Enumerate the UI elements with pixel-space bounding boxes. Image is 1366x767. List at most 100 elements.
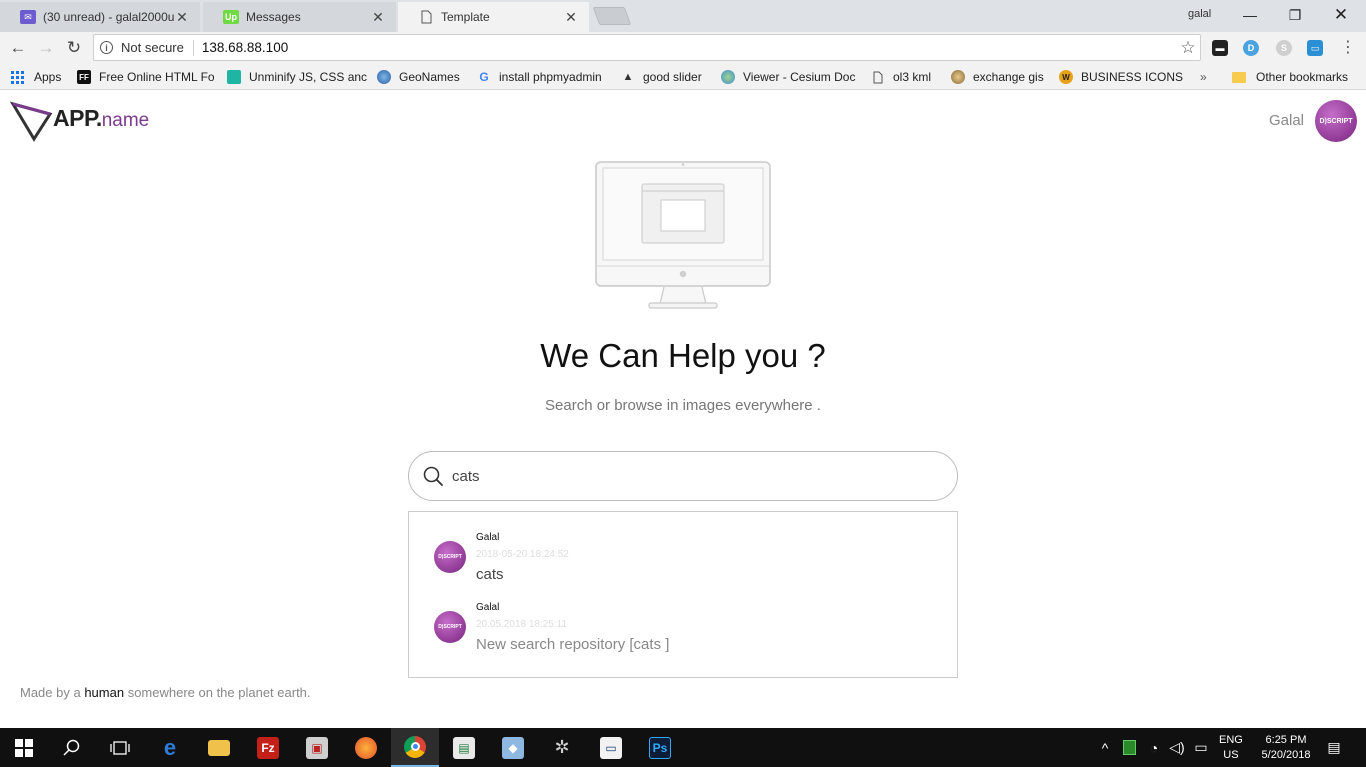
notifications-icon[interactable]: ▤ (1322, 728, 1346, 767)
clock-date: 5/20/2018 (1261, 749, 1311, 761)
tab-title: Messages (246, 10, 301, 24)
profile-name[interactable]: galal (1188, 8, 1211, 20)
mail-icon: ✉ (20, 10, 36, 24)
suggestion-item[interactable]: D)SCRIPT Galal 20.05.2018 18:25:11 New s… (409, 602, 957, 668)
box-app-icon[interactable]: ◆ (489, 728, 537, 767)
bookmark-item[interactable]: ol3 kml (871, 68, 931, 86)
close-icon[interactable]: ✕ (174, 9, 190, 26)
wifi-icon[interactable]: ◔ (1144, 728, 1164, 767)
terminal-extension-icon[interactable]: ▬ (1212, 40, 1228, 56)
photoshop-icon[interactable]: Ps (636, 728, 684, 767)
search-icon[interactable] (422, 465, 444, 487)
footer-highlight: human (84, 685, 125, 700)
tray-app-icon[interactable] (1120, 728, 1138, 767)
task-view-icon[interactable] (96, 728, 144, 767)
edge-icon[interactable]: e (146, 728, 194, 767)
avatar: D)SCRIPT (434, 541, 466, 573)
result-timestamp: 20.05.2018 18:25:11 (476, 619, 568, 630)
info-icon[interactable]: i (100, 41, 113, 54)
bookmark-item[interactable]: W BUSINESS ICONS (1059, 68, 1183, 86)
tab-gmail[interactable]: ✉ (30 unread) - galal2000us ✕ (0, 2, 200, 32)
suggestion-item[interactable]: D)SCRIPT Galal 2018-05-20 18:24:52 cats (409, 532, 957, 598)
logo-triangle-icon (10, 101, 53, 142)
file-explorer-icon[interactable] (195, 728, 243, 767)
bookmark-label: good slider (643, 70, 702, 84)
address-bar[interactable]: i Not secure 138.68.88.100 ☆ (93, 34, 1201, 61)
tab-messages[interactable]: Up Messages ✕ (203, 2, 396, 32)
bookmark-label: Viewer - Cesium Doc (743, 70, 856, 84)
search-input[interactable] (452, 467, 932, 485)
region-code: US (1223, 749, 1239, 761)
search-icon[interactable] (48, 728, 96, 767)
other-bookmarks[interactable]: Other bookmarks (1232, 68, 1348, 86)
language-code: ENG (1219, 734, 1243, 746)
bookmark-item[interactable]: Unminify JS, CSS anc (227, 68, 367, 86)
app-page: APP.name Galal D)SCRIPT We Can Help you … (0, 91, 1366, 728)
bookmark-label: GeoNames (399, 70, 460, 84)
search-box[interactable] (408, 451, 958, 501)
browser-toolbar: ← → ↻ i Not secure 138.68.88.100 ☆ ▬ D S… (0, 32, 1366, 64)
avatar-text: D)SCRIPT (438, 554, 462, 560)
google-icon: G (479, 70, 489, 84)
browser-tab-strip: ✉ (30 unread) - galal2000us ✕ Up Message… (0, 0, 1366, 32)
bookmark-apps[interactable]: Apps (11, 68, 61, 86)
chevron-up-icon[interactable]: ^ (1096, 728, 1114, 767)
battery-icon[interactable]: ▭ (1191, 728, 1211, 767)
firefox-icon[interactable] (342, 728, 390, 767)
close-window-icon[interactable]: ✕ (1318, 0, 1364, 30)
skype-extension-icon[interactable]: S (1276, 40, 1292, 56)
filezilla-icon[interactable]: Fz (244, 728, 292, 767)
chrome-icon[interactable] (391, 728, 439, 767)
avatar[interactable]: D)SCRIPT (1315, 100, 1357, 142)
bookmark-star-icon[interactable]: ☆ (1176, 38, 1200, 58)
minimize-icon[interactable]: — (1227, 0, 1273, 30)
bookmark-label: exchange gis (973, 70, 1044, 84)
user-name[interactable]: Galal (1269, 112, 1304, 129)
bookmark-item[interactable]: GeoNames (377, 68, 460, 86)
network-app-icon[interactable]: ✲ (538, 728, 586, 767)
bookmark-label: BUSINESS ICONS (1081, 70, 1184, 84)
clock[interactable]: 6:25 PM 5/20/2018 (1257, 733, 1315, 763)
app-logo[interactable]: APP.name (10, 101, 149, 145)
tab-template[interactable]: Template ✕ (398, 2, 589, 32)
close-icon[interactable]: ✕ (563, 9, 579, 26)
forward-arrow-icon[interactable]: → (34, 36, 58, 60)
app-icon[interactable]: ▣ (293, 728, 341, 767)
bookmark-item[interactable]: Viewer - Cesium Doc (721, 68, 855, 86)
bookmark-item[interactable]: exchange gis (951, 68, 1044, 86)
result-text: cats (476, 566, 504, 583)
spreadsheet-app-icon[interactable]: ▤ (440, 728, 488, 767)
bookmarks-bar: Apps FF Free Online HTML Fo Unminify JS,… (0, 64, 1366, 90)
screen-extension-icon[interactable]: ▭ (1307, 40, 1323, 56)
bookmark-label: install phpmyadmin (499, 70, 602, 84)
windows-taskbar: e Fz ▣ ▤ ◆ ✲ ▭ Ps ^ ◔ ◁) ▭ ENG US 6:25 P… (0, 728, 1366, 767)
monitor-illustration-icon (595, 161, 771, 309)
result-text: New search repository [cats ] (476, 636, 670, 653)
d-extension-icon[interactable]: D (1243, 40, 1259, 56)
restore-icon[interactable]: ❐ (1272, 0, 1318, 30)
back-arrow-icon[interactable]: ← (6, 36, 30, 60)
new-tab-button[interactable] (592, 7, 632, 25)
security-label[interactable]: Not secure (121, 40, 184, 55)
volume-icon[interactable]: ◁) (1167, 728, 1187, 767)
window-app-icon[interactable]: ▭ (587, 728, 635, 767)
bookmark-item[interactable]: ▲ good slider (621, 68, 702, 86)
reload-icon[interactable]: ↻ (62, 36, 86, 60)
language-indicator[interactable]: ENG US (1219, 733, 1243, 763)
menu-dots-icon[interactable]: ⋮ (1340, 38, 1356, 58)
cesium-icon (721, 70, 735, 84)
bookmark-label: ol3 kml (893, 70, 932, 84)
bookmarks-overflow[interactable]: » (1200, 68, 1207, 86)
close-icon[interactable]: ✕ (370, 9, 386, 26)
apps-grid-icon (11, 70, 24, 84)
result-user: Galal (476, 602, 500, 613)
logo-main: APP. (53, 105, 102, 131)
tab-title: Template (441, 10, 490, 24)
start-windows-icon[interactable] (0, 728, 48, 767)
bookmark-item[interactable]: G install phpmyadmin (477, 68, 602, 86)
tab-title: (30 unread) - galal2000us (43, 10, 174, 24)
footer-suffix: somewhere on the planet earth. (124, 685, 311, 700)
footer-text: Made by a human somewhere on the planet … (20, 685, 311, 700)
url-text[interactable]: 138.68.88.100 (202, 40, 1176, 55)
bookmark-item[interactable]: FF Free Online HTML Fo (77, 68, 215, 86)
